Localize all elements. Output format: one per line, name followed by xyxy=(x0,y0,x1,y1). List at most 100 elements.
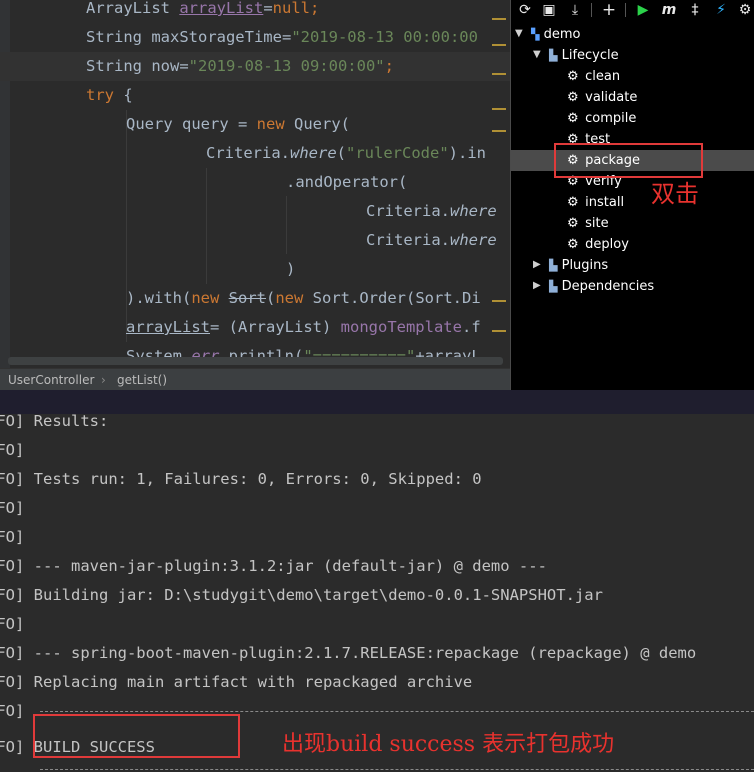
tree-plugins[interactable]: ▙ Plugins xyxy=(549,255,608,276)
code-editor[interactable]: ArrayList arrayList=null; String maxStora… xyxy=(0,0,510,368)
indent-guide xyxy=(286,196,287,254)
goal-install[interactable]: ⚙ install xyxy=(567,192,624,213)
code-line[interactable]: try { xyxy=(86,81,133,110)
console-line: NFO] --- spring-boot-maven-plugin:2.1.7.… xyxy=(0,644,697,662)
gear-icon: ⚙ xyxy=(567,111,579,126)
gutter-marker xyxy=(492,108,506,110)
add-icon[interactable]: + xyxy=(599,0,619,20)
tree-dependencies-label: Dependencies xyxy=(561,279,655,294)
reload-icon[interactable]: ⟳ xyxy=(515,0,535,20)
code-token: Sort xyxy=(228,289,266,307)
gear-icon: ⚙ xyxy=(567,216,579,231)
breadcrumb-method[interactable]: getList() xyxy=(117,369,167,391)
code-token: Sort.Order(Sort.Di xyxy=(303,289,481,307)
chevron-right-icon[interactable]: ▶ xyxy=(533,280,541,291)
code-token: Criteria. xyxy=(206,144,290,162)
code-line[interactable]: String maxStorageTime="2019-08-13 00:00:… xyxy=(86,23,478,52)
settings-icon[interactable]: ⚙ xyxy=(735,0,754,20)
add-project-icon[interactable]: ▣ xyxy=(539,0,559,20)
code-line[interactable]: Query query = new Query( xyxy=(126,110,350,139)
goal-validate[interactable]: ⚙ validate xyxy=(567,87,637,108)
tree-dependencies[interactable]: ▙ Dependencies xyxy=(549,276,654,297)
goal-label: site xyxy=(585,216,609,231)
skip-tests-icon[interactable]: ‡ xyxy=(685,0,705,20)
build-console[interactable]: NFO] Results: NFO] NFO] Tests run: 1, Fail… xyxy=(0,414,754,772)
panel-divider[interactable] xyxy=(0,390,754,414)
code-token: try xyxy=(86,86,114,104)
chevron-down-icon[interactable]: ▼ xyxy=(515,28,523,39)
code-token: ) xyxy=(286,260,296,278)
code-token: new xyxy=(191,289,220,307)
code-line[interactable]: ArrayList arrayList=null; xyxy=(86,0,319,23)
run-icon[interactable]: ▶ xyxy=(633,0,653,20)
goal-label: install xyxy=(585,195,625,210)
code-token: String maxStorageTime= xyxy=(86,28,292,46)
tree-root-label: demo xyxy=(543,27,581,42)
code-token: where xyxy=(450,202,497,220)
code-token: ( xyxy=(336,144,347,162)
console-line: NFO] Building jar: D:\studygit\demo\targ… xyxy=(0,586,603,604)
indent-guide xyxy=(206,168,207,284)
dependencies-folder-icon: ▙ xyxy=(549,280,558,293)
code-token: mongoTemplate xyxy=(340,318,462,336)
code-line[interactable]: ) xyxy=(286,255,295,284)
tree-plugins-label: Plugins xyxy=(561,258,609,273)
goal-deploy[interactable]: ⚙ deploy xyxy=(567,234,629,255)
code-token: arrayList xyxy=(126,318,210,336)
code-token: ArrayList xyxy=(86,0,180,17)
maven-project-icon: ▚ xyxy=(531,28,540,41)
gutter-marker xyxy=(492,73,506,75)
goal-compile[interactable]: ⚙ compile xyxy=(567,108,636,129)
code-line[interactable]: ).with(new Sort(new Sort.Order(Sort.Di xyxy=(126,284,481,313)
console-line: NFO] xyxy=(0,441,25,459)
code-token: new xyxy=(256,115,285,133)
code-token: "rulerCode" xyxy=(346,144,449,162)
code-line[interactable]: String now="2019-08-13 09:00:00"; xyxy=(86,52,394,81)
code-token: arrayList xyxy=(179,0,264,17)
execute-goal-icon[interactable]: m xyxy=(659,0,679,20)
horizontal-scrollbar[interactable] xyxy=(8,357,503,365)
gutter-marker xyxy=(492,330,506,332)
lifecycle-folder-icon: ▙ xyxy=(549,49,558,62)
tree-lifecycle[interactable]: ▙ Lifecycle xyxy=(549,45,619,66)
code-token: String now= xyxy=(86,57,189,75)
code-token: "2019-08-13 00:00:00 xyxy=(291,28,478,46)
code-token: ).in xyxy=(448,144,486,162)
console-line: NFO] xyxy=(0,499,25,517)
console-line: NFO] xyxy=(0,615,25,633)
gear-icon: ⚙ xyxy=(567,237,579,252)
code-token: Query( xyxy=(284,115,350,133)
code-line[interactable]: Criteria.where("rulerCode").in xyxy=(206,139,486,168)
code-token: ; xyxy=(384,57,394,75)
code-line[interactable]: Criteria.where xyxy=(366,197,497,226)
code-token: Criteria. xyxy=(366,202,450,220)
code-line[interactable]: .andOperator( xyxy=(286,168,407,197)
console-line: NFO] xyxy=(0,528,25,546)
code-token: "2019-08-13 09:00:00" xyxy=(188,57,385,75)
gear-icon: ⚙ xyxy=(567,195,579,210)
download-icon[interactable]: ⤓ xyxy=(565,0,585,20)
tree-root-demo[interactable]: ▚ demo xyxy=(531,24,580,45)
chevron-right-icon: › xyxy=(101,373,106,387)
offline-icon[interactable]: ⚡ xyxy=(711,0,731,20)
code-token: = xyxy=(263,0,273,17)
code-token: ).with( xyxy=(126,289,192,307)
toolbar-separator xyxy=(625,3,626,17)
code-token: where xyxy=(290,144,337,162)
code-line[interactable]: Criteria.where xyxy=(366,226,497,255)
breadcrumb-class[interactable]: UserController xyxy=(8,369,94,391)
goal-label: compile xyxy=(585,111,637,126)
code-token: new xyxy=(275,289,304,307)
goal-clean[interactable]: ⚙ clean xyxy=(567,66,620,87)
code-token: ( xyxy=(266,289,276,307)
gutter-marker xyxy=(492,18,506,20)
chevron-right-icon[interactable]: ▶ xyxy=(533,259,541,270)
goal-label: deploy xyxy=(585,237,629,252)
gutter-marker xyxy=(492,44,506,46)
double-click-annotation: 双击 xyxy=(651,180,699,208)
code-line[interactable]: arrayList= (ArrayList) mongoTemplate.f xyxy=(126,313,481,342)
chevron-down-icon[interactable]: ▼ xyxy=(533,49,541,60)
goal-site[interactable]: ⚙ site xyxy=(567,213,609,234)
code-token: null xyxy=(272,0,310,17)
